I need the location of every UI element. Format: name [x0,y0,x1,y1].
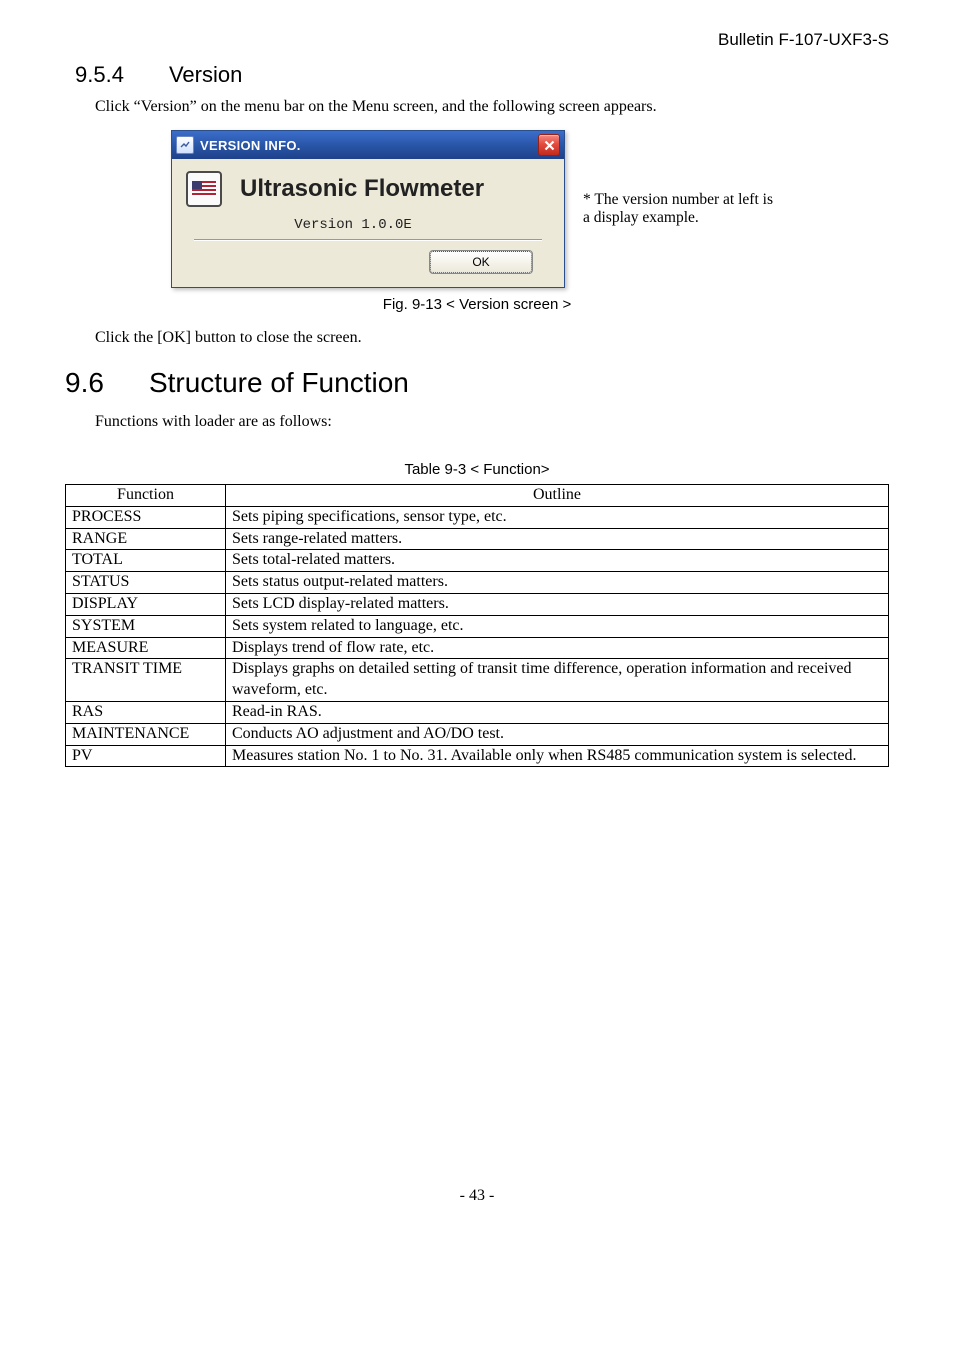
fn-name: DISPLAY [66,593,226,615]
fn-name: RAS [66,701,226,723]
dialog-body: Ultrasonic Flowmeter Version 1.0.0E OK [172,159,564,287]
col-header-outline: Outline [226,485,889,507]
fn-name: PV [66,745,226,767]
fn-outline: Sets total-related matters. [226,550,889,572]
table-row: RASRead-in RAS. [66,701,889,723]
table-row: PVMeasures station No. 1 to No. 31. Avai… [66,745,889,767]
table-caption: Table 9-3 < Function> [65,461,889,478]
dialog-separator [194,239,542,241]
dialog-title: VERSION INFO. [200,138,538,153]
table-row: PROCESSSets piping specifications, senso… [66,506,889,528]
fn-outline: Measures station No. 1 to No. 31. Availa… [226,745,889,767]
fn-outline: Displays trend of flow rate, etc. [226,637,889,659]
fn-name: MAINTENANCE [66,723,226,745]
table-row: TRANSIT TIMEDisplays graphs on detailed … [66,659,889,702]
fn-outline: Conducts AO adjustment and AO/DO test. [226,723,889,745]
fn-name: SYSTEM [66,615,226,637]
heading-9-5-4: 9.5.4 Version [75,62,889,88]
fn-name: RANGE [66,528,226,550]
fn-name: MEASURE [66,637,226,659]
table-header-row: Function Outline [66,485,889,507]
fn-outline: Sets range-related matters. [226,528,889,550]
table-row: DISPLAYSets LCD display-related matters. [66,593,889,615]
col-header-function: Function [66,485,226,507]
version-dialog: VERSION INFO. Ultrasonic Flowmeter [171,130,565,288]
fn-outline: Displays graphs on detailed setting of t… [226,659,889,702]
fn-name: PROCESS [66,506,226,528]
page-number: - 43 - [65,1187,889,1205]
after-figure-text: Click the [OK] button to close the scree… [95,329,889,347]
fn-outline: Sets system related to language, etc. [226,615,889,637]
table-row: TOTALSets total-related matters. [66,550,889,572]
table-row: RANGESets range-related matters. [66,528,889,550]
fn-outline: Sets LCD display-related matters. [226,593,889,615]
close-icon [544,140,555,151]
window-system-icon [176,136,194,154]
fn-outline: Sets status output-related matters. [226,572,889,594]
heading-title: Version [169,62,242,87]
table-row: STATUSSets status output-related matters… [66,572,889,594]
fn-name: TRANSIT TIME [66,659,226,702]
heading-title: Structure of Function [149,367,409,398]
dialog-close-button[interactable] [538,134,560,156]
fn-name: TOTAL [66,550,226,572]
section-96-intro: Functions with loader are as follows: [95,413,889,431]
fn-name: STATUS [66,572,226,594]
section-954-intro: Click “Version” on the menu bar on the M… [95,98,889,116]
dialog-titlebar: VERSION INFO. [172,131,564,159]
table-row: MAINTENANCEConducts AO adjustment and AO… [66,723,889,745]
app-icon [186,171,222,207]
function-table: Function Outline PROCESSSets piping spec… [65,484,889,767]
table-row: SYSTEMSets system related to language, e… [66,615,889,637]
bulletin-id: Bulletin F-107-UXF3-S [65,30,889,50]
heading-num: 9.6 [65,367,104,399]
figure-caption: Fig. 9-13 < Version screen > [65,296,889,313]
version-side-note: * The version number at left is a displa… [583,191,783,227]
fn-outline: Sets piping specifications, sensor type,… [226,506,889,528]
table-row: MEASUREDisplays trend of flow rate, etc. [66,637,889,659]
app-name: Ultrasonic Flowmeter [240,175,484,203]
fn-outline: Read-in RAS. [226,701,889,723]
flag-icon [192,181,216,197]
heading-num: 9.5.4 [75,62,124,88]
heading-9-6: 9.6 Structure of Function [65,367,889,399]
ok-button[interactable]: OK [430,251,532,273]
version-string: Version 1.0.0E [186,217,550,233]
